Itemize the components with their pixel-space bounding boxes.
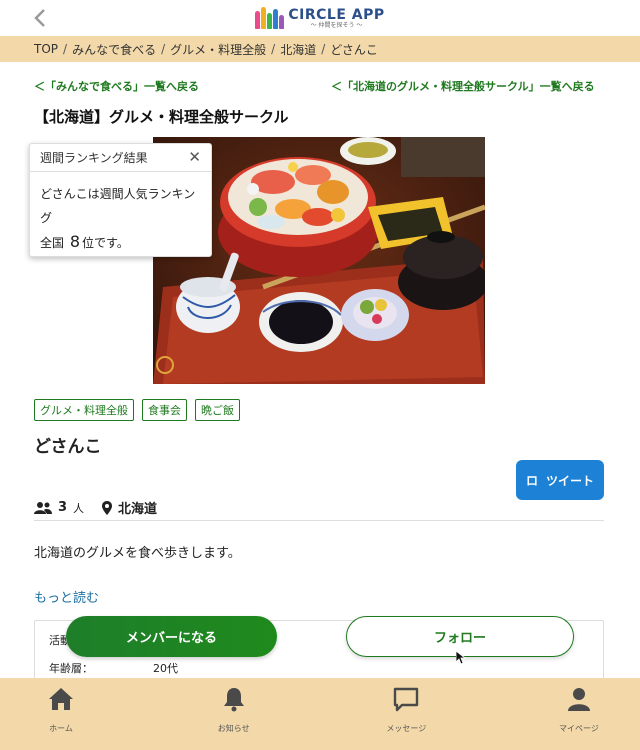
tab-notifications-label: お知らせ (217, 724, 250, 733)
ranking-prefix: 全国 (40, 236, 65, 250)
mouse-cursor-icon (456, 651, 466, 665)
circle-meta: 3 人 北海道 (34, 498, 175, 517)
tweet-button[interactable]: ロ ツイート (516, 460, 604, 500)
back-to-category-link[interactable]: ＜「みんなで食べる」一覧へ戻る (34, 78, 199, 94)
close-icon[interactable]: ✕ (188, 150, 201, 165)
tab-home[interactable]: ホーム (30, 678, 92, 750)
tab-mypage-label: マイページ (559, 724, 599, 733)
member-count-value: 3 (58, 500, 68, 515)
member-count-unit: 人 (73, 501, 85, 515)
divider (34, 520, 604, 521)
bottom-tab-bar: ホーム お知らせ メッセージ マイページ (0, 678, 640, 750)
breadcrumb-item-current: どさんこ (330, 42, 378, 57)
ranking-popup-line2: 全国 8 位です。 (40, 230, 201, 255)
member-count: 3 人 (34, 500, 84, 516)
ranking-suffix: 位です。 (82, 236, 129, 250)
ranking-popup: 週間ランキング結果 ✕ どさんこは週間人気ランキング 全国 8 位です。 (29, 143, 212, 257)
breadcrumb: TOP / みんなで食べる / グルメ・料理全般 / 北海道 / どさんこ (0, 36, 640, 62)
bell-icon (223, 688, 244, 712)
ranking-popup-line1: どさんこは週間人気ランキング (40, 187, 196, 225)
location: 北海道 (102, 498, 157, 517)
home-icon (49, 688, 73, 710)
location-value: 北海道 (118, 502, 158, 517)
logo-tagline: 〜 仲間を探そう 〜 (310, 21, 363, 29)
message-icon (394, 687, 419, 712)
logo-people-icon (255, 7, 285, 29)
tweet-label: ツイート (546, 473, 595, 488)
page-title: 【北海道】グルメ・料理全般サークル (34, 108, 289, 126)
breadcrumb-item-top[interactable]: TOP (34, 42, 58, 56)
app-header: CIRCLE APP 〜 仲間を探そう 〜 (0, 0, 640, 36)
tab-mypage[interactable]: マイページ (548, 678, 610, 750)
tag-gourmet[interactable]: グルメ・料理全般 (34, 399, 134, 421)
app-logo[interactable]: CIRCLE APP 〜 仲間を探そう 〜 (255, 7, 384, 29)
tag-dinner[interactable]: 晩ご飯 (195, 399, 240, 421)
become-member-button[interactable]: メンバーになる (66, 616, 277, 657)
circle-name: どさんこ (34, 437, 102, 457)
logo-title: CIRCLE APP (288, 6, 385, 23)
tab-messages[interactable]: メッセージ (375, 678, 437, 750)
read-more-link[interactable]: もっと読む (34, 587, 99, 606)
breadcrumb-item-genre[interactable]: グルメ・料理全般 (170, 41, 266, 58)
user-icon (567, 688, 590, 711)
ranking-number: 8 (69, 232, 81, 251)
circle-description: 北海道のグルメを食べ歩きします。 (34, 546, 241, 561)
location-pin-icon (102, 500, 113, 515)
tweet-icon: ロ (525, 473, 538, 488)
tab-home-label: ホーム (49, 724, 73, 733)
info-key: 年齢層： (49, 662, 93, 675)
breadcrumb-item-region[interactable]: 北海道 (280, 41, 316, 58)
back-to-region-link[interactable]: ＜「北海道のグルメ・料理全般サークル」一覧へ戻る (331, 78, 595, 94)
breadcrumb-item-category[interactable]: みんなで食べる (72, 41, 156, 58)
tag-dining[interactable]: 食事会 (142, 399, 187, 421)
tab-notifications[interactable]: お知らせ (203, 678, 265, 750)
ranking-popup-title: 週間ランキング結果 (40, 151, 148, 165)
info-value: 20代 (153, 662, 178, 675)
tab-messages-label: メッセージ (386, 724, 427, 733)
tag-list: グルメ・料理全般 食事会 晩ご飯 (34, 399, 240, 421)
members-icon (34, 501, 52, 514)
back-chevron-icon[interactable] (34, 8, 52, 28)
info-row-age: 年齢層： 20代 (49, 660, 178, 676)
